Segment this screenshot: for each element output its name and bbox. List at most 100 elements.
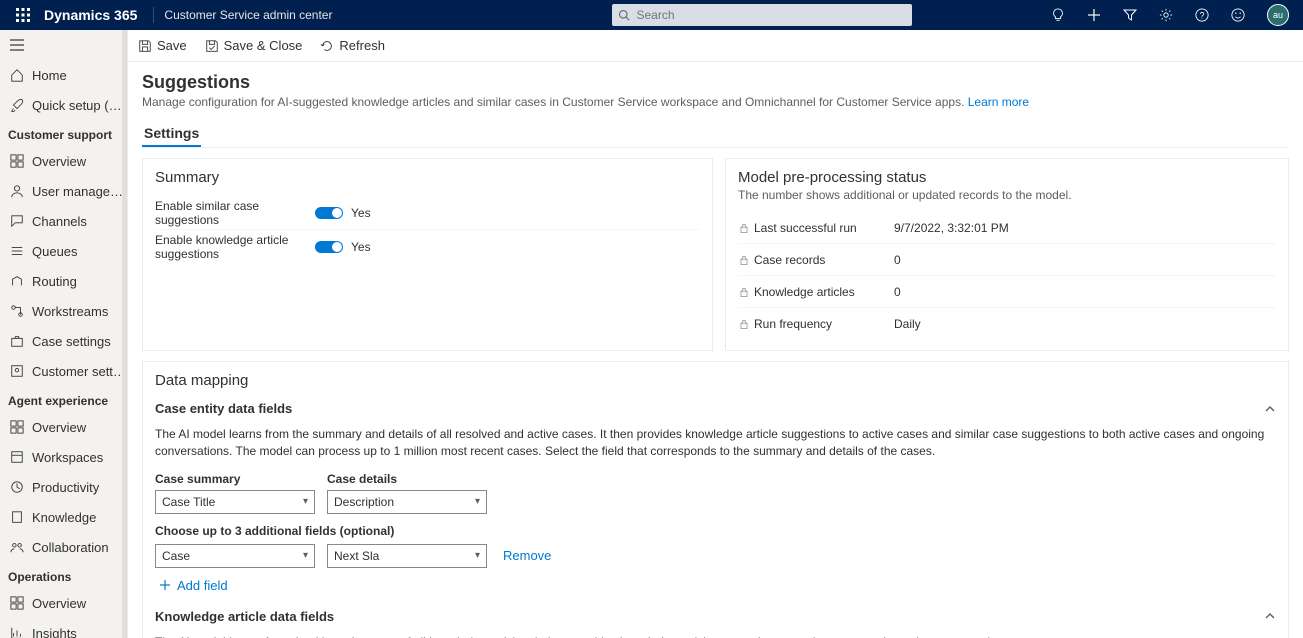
add-field-label: Add field [177, 578, 228, 593]
remove-field-button[interactable]: Remove [499, 544, 555, 568]
sidebar-item-label: Quick setup (previ... [32, 98, 127, 113]
toggle-knowledge[interactable] [315, 241, 343, 253]
sidebar-item-customer-settings[interactable]: Customer settings [0, 356, 127, 386]
toggle-row-knowledge: Enable knowledge article suggestions Yes [155, 230, 700, 264]
grid-icon [10, 154, 24, 168]
data-mapping-title: Data mapping [155, 372, 1276, 389]
status-row: Last successful run 9/7/2022, 3:32:01 PM [738, 212, 1276, 244]
sidebar-group-agent: Agent experience [0, 386, 127, 412]
chevron-down-icon: ▾ [303, 550, 308, 561]
sidebar-item-home[interactable]: Home [0, 60, 127, 90]
header-divider [153, 7, 154, 23]
queue-icon [10, 244, 24, 258]
toggle-value: Yes [351, 206, 371, 220]
sidebar-item-overview[interactable]: Overview [0, 146, 127, 176]
sidebar-item-label: Channels [32, 214, 87, 229]
chevron-up-icon [1264, 610, 1276, 622]
search-wrap [612, 4, 912, 26]
sidebar-item-case-settings[interactable]: Case settings [0, 326, 127, 356]
toggle-similar-case[interactable] [315, 207, 343, 219]
lock-icon [738, 254, 754, 266]
chevron-down-icon: ▾ [475, 550, 480, 561]
case-summary-label: Case summary [155, 472, 315, 486]
tab-settings[interactable]: Settings [142, 121, 201, 147]
hamburger-icon[interactable] [0, 30, 127, 60]
app-launcher-icon[interactable] [8, 8, 38, 22]
sidebar-item-quick-setup[interactable]: Quick setup (previ... [0, 90, 127, 120]
lightbulb-icon[interactable] [1051, 8, 1065, 22]
save-close-button[interactable]: Save & Close [205, 38, 303, 53]
add-field-button[interactable]: Add field [159, 578, 1276, 593]
status-row: Run frequency Daily [738, 308, 1276, 340]
workspace-icon [10, 450, 24, 464]
additional-field-1-select[interactable]: Case ▾ [155, 544, 315, 568]
status-row: Knowledge articles 0 [738, 276, 1276, 308]
ka-fields-expander[interactable]: Knowledge article data fields [155, 607, 1276, 626]
model-status-card: Model pre-processing status The number s… [725, 158, 1289, 351]
case-details-select[interactable]: Description ▾ [327, 490, 487, 514]
plus-icon [159, 579, 171, 591]
sidebar-item-ae-overview[interactable]: Overview [0, 412, 127, 442]
sidebar-item-ops-overview[interactable]: Overview [0, 588, 127, 618]
case-icon [10, 334, 24, 348]
sidebar-item-label: Workstreams [32, 304, 108, 319]
global-search[interactable] [612, 4, 912, 26]
plus-icon[interactable] [1087, 8, 1101, 22]
page-title: Suggestions [142, 72, 1289, 93]
status-value: 0 [894, 285, 901, 299]
sidebar: Home Quick setup (previ... Customer supp… [0, 30, 128, 638]
refresh-label: Refresh [339, 38, 385, 53]
expander-title: Knowledge article data fields [155, 609, 334, 624]
routing-icon [10, 274, 24, 288]
save-icon [138, 39, 152, 53]
case-fields-expander[interactable]: Case entity data fields [155, 399, 1276, 418]
filter-icon[interactable] [1123, 8, 1137, 22]
smiley-icon[interactable] [1231, 8, 1245, 22]
toggle-label: Enable knowledge article suggestions [155, 233, 315, 261]
save-button[interactable]: Save [138, 38, 187, 53]
people-icon [10, 540, 24, 554]
sidebar-item-label: Knowledge [32, 510, 96, 525]
sidebar-item-queues[interactable]: Queues [0, 236, 127, 266]
chat-icon [10, 214, 24, 228]
select-value: Case Title [162, 495, 215, 509]
model-status-sub: The number shows additional or updated r… [738, 188, 1276, 202]
status-row: Case records 0 [738, 244, 1276, 276]
search-input[interactable] [636, 8, 906, 22]
case-summary-select[interactable]: Case Title ▾ [155, 490, 315, 514]
data-mapping-section: Data mapping Case entity data fields The… [142, 361, 1289, 638]
sidebar-item-collaboration[interactable]: Collaboration [0, 532, 127, 562]
sidebar-item-label: Productivity [32, 480, 99, 495]
flow-icon [10, 304, 24, 318]
sidebar-item-knowledge[interactable]: Knowledge [0, 502, 127, 532]
command-bar: Save Save & Close Refresh [128, 30, 1303, 62]
refresh-button[interactable]: Refresh [320, 38, 385, 53]
brand-label[interactable]: Dynamics 365 [38, 7, 143, 23]
toggle-label: Enable similar case suggestions [155, 199, 315, 227]
sidebar-item-routing[interactable]: Routing [0, 266, 127, 296]
sidebar-item-channels[interactable]: Channels [0, 206, 127, 236]
sidebar-item-label: Case settings [32, 334, 111, 349]
toggle-row-similar-case: Enable similar case suggestions Yes [155, 196, 700, 230]
chart-icon [10, 626, 24, 638]
learn-more-link[interactable]: Learn more [968, 95, 1029, 109]
avatar[interactable]: au [1267, 4, 1289, 26]
sidebar-group-ops: Operations [0, 562, 127, 588]
customer-icon [10, 364, 24, 378]
user-icon [10, 184, 24, 198]
help-icon[interactable]: ? [1195, 8, 1209, 22]
select-value: Description [334, 495, 394, 509]
sidebar-item-productivity[interactable]: Productivity [0, 472, 127, 502]
sidebar-item-insights[interactable]: Insights [0, 618, 127, 638]
additional-fields-label: Choose up to 3 additional fields (option… [155, 524, 1276, 538]
case-help-text: The AI model learns from the summary and… [155, 426, 1276, 460]
status-value: 9/7/2022, 3:32:01 PM [894, 221, 1009, 235]
additional-field-2-select[interactable]: Next Sla ▾ [327, 544, 487, 568]
sidebar-item-workstreams[interactable]: Workstreams [0, 296, 127, 326]
sidebar-group-support: Customer support [0, 120, 127, 146]
gear-icon[interactable] [1159, 8, 1173, 22]
summary-title: Summary [155, 169, 700, 186]
chevron-down-icon: ▾ [303, 496, 308, 507]
sidebar-item-workspaces[interactable]: Workspaces [0, 442, 127, 472]
sidebar-item-user-management[interactable]: User management [0, 176, 127, 206]
